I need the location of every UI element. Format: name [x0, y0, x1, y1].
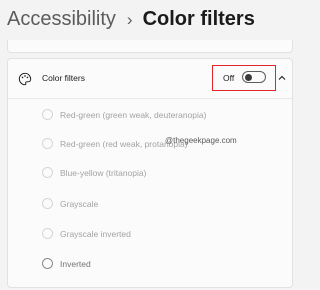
color-filters-title: Color filters [42, 73, 85, 83]
toggle-state-label: Off [223, 73, 235, 83]
radio-button[interactable] [42, 109, 53, 120]
radio-button[interactable] [42, 138, 53, 149]
radio-button[interactable] [42, 167, 53, 178]
option-label: Inverted [60, 258, 91, 269]
radio-option-grayscale[interactable]: Grayscale [42, 198, 98, 209]
color-filters-card: Color filters Off Red-green (green weak,… [7, 58, 293, 288]
option-label: Blue-yellow (tritanopia) [60, 167, 147, 178]
radio-option-inverted[interactable]: Inverted [42, 258, 91, 269]
watermark: @thegeekpage.com [165, 136, 237, 145]
breadcrumb-separator-icon: › [126, 9, 133, 29]
radio-option-deuteranopia[interactable]: Red-green (green weak, deuteranopia) [42, 109, 206, 120]
option-label: Grayscale inverted [60, 228, 131, 239]
radio-option-grayscale-inverted[interactable]: Grayscale inverted [42, 228, 131, 239]
breadcrumb: Accessibility › Color filters [7, 8, 255, 31]
radio-button[interactable] [42, 228, 53, 239]
chevron-up-icon[interactable] [277, 73, 287, 83]
option-label: Red-green (green weak, deuteranopia) [60, 109, 207, 120]
radio-button[interactable] [42, 258, 53, 269]
color-filter-icon [18, 72, 32, 86]
breadcrumb-accessibility-link[interactable]: Accessibility [7, 8, 116, 31]
color-filters-header[interactable]: Color filters Off [8, 59, 292, 99]
page-title: Color filters [142, 8, 255, 30]
toggle-knob [245, 73, 252, 81]
radio-option-tritanopia[interactable]: Blue-yellow (tritanopia) [42, 167, 146, 178]
option-label: Grayscale [60, 198, 99, 209]
previous-setting-card [7, 40, 293, 53]
radio-button[interactable] [42, 198, 53, 209]
color-filters-toggle[interactable] [242, 71, 266, 83]
